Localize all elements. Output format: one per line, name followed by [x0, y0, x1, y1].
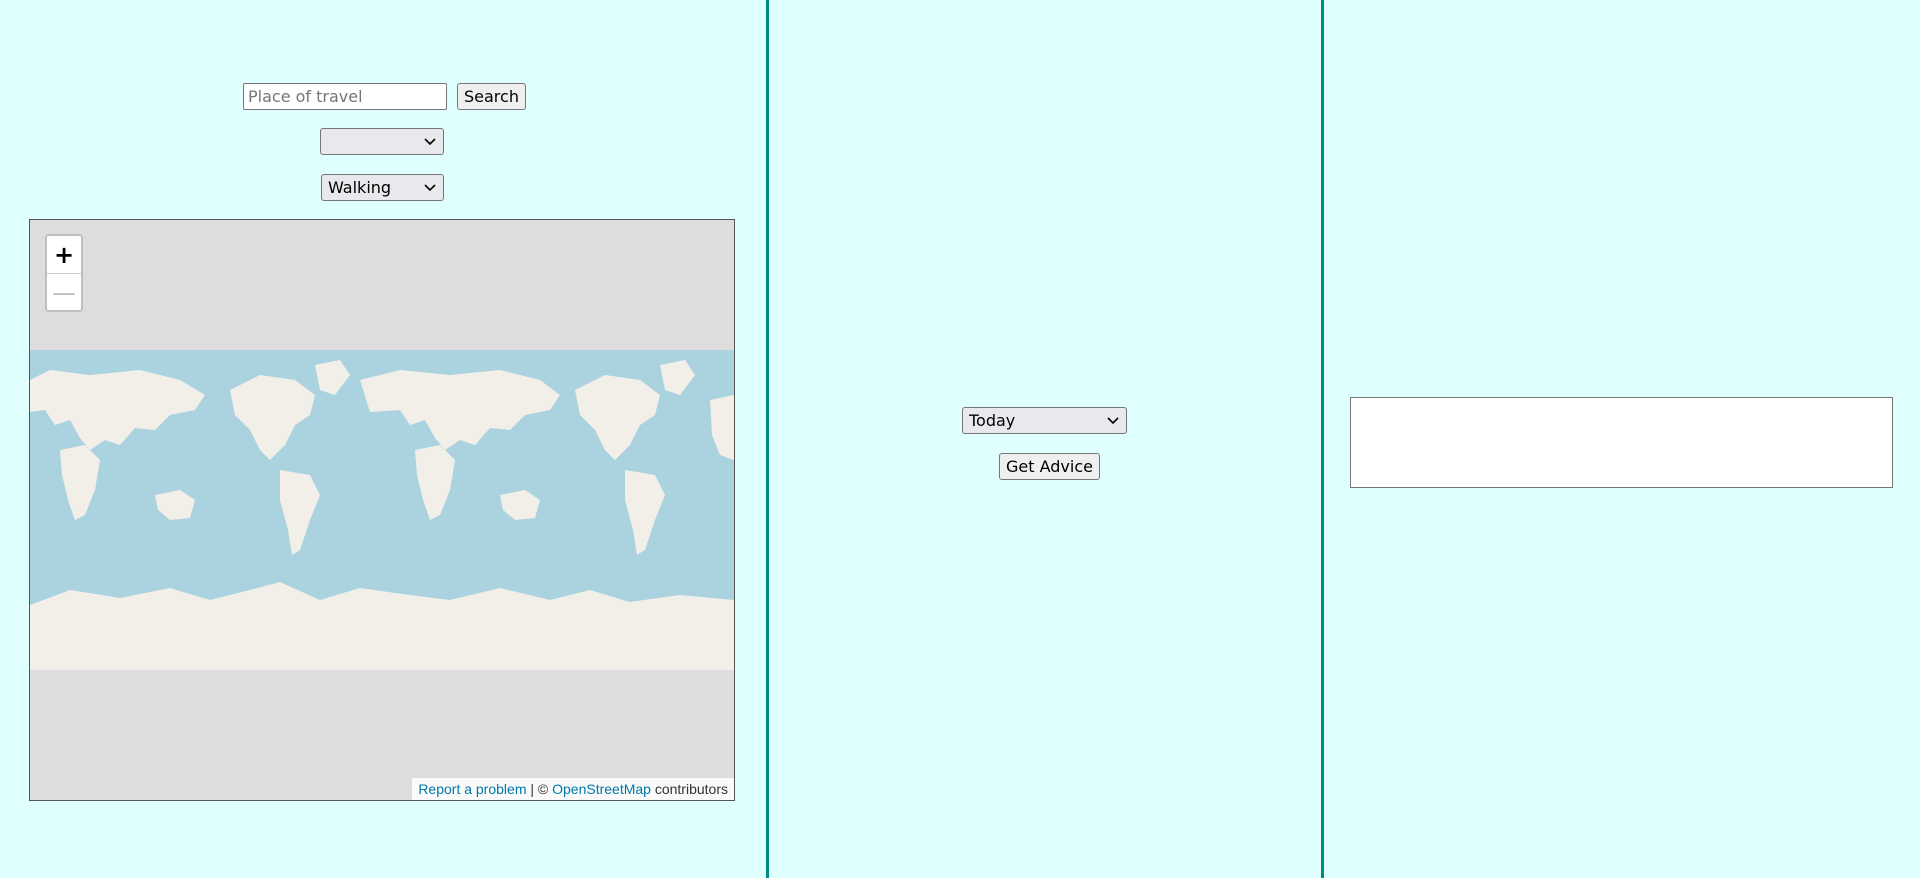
- chevron-down-icon: [423, 135, 437, 149]
- get-advice-button[interactable]: Get Advice: [999, 453, 1100, 480]
- map-tiles[interactable]: [30, 350, 734, 670]
- zoom-out-button[interactable]: —: [47, 273, 81, 310]
- day-select[interactable]: Today: [962, 407, 1127, 434]
- zoom-control: + —: [45, 234, 83, 312]
- day-select-value: Today: [969, 411, 1016, 430]
- travel-mode-select-value: Walking: [328, 178, 392, 197]
- zoom-in-button[interactable]: +: [47, 236, 81, 273]
- location-select[interactable]: [320, 128, 444, 155]
- advice-output-box[interactable]: [1350, 397, 1893, 488]
- chevron-down-icon: [1106, 414, 1120, 428]
- report-problem-link[interactable]: Report a problem: [418, 781, 526, 797]
- place-search-input[interactable]: [243, 83, 447, 110]
- world-map[interactable]: + — Report a problem | © OpenStreetMap c…: [29, 219, 735, 801]
- travel-mode-select[interactable]: Walking: [321, 174, 444, 201]
- map-attribution: Report a problem | © OpenStreetMap contr…: [412, 778, 734, 800]
- middle-panel: [769, 0, 1321, 878]
- search-button[interactable]: Search: [457, 83, 526, 110]
- attribution-separator: | ©: [526, 781, 553, 797]
- search-row: Search: [243, 83, 526, 110]
- app-layout: Search Walking: [0, 0, 1920, 878]
- openstreetmap-link[interactable]: OpenStreetMap: [552, 781, 651, 797]
- left-panel: Search Walking: [0, 0, 766, 878]
- attribution-suffix: contributors: [650, 781, 728, 797]
- chevron-down-icon: [423, 181, 437, 195]
